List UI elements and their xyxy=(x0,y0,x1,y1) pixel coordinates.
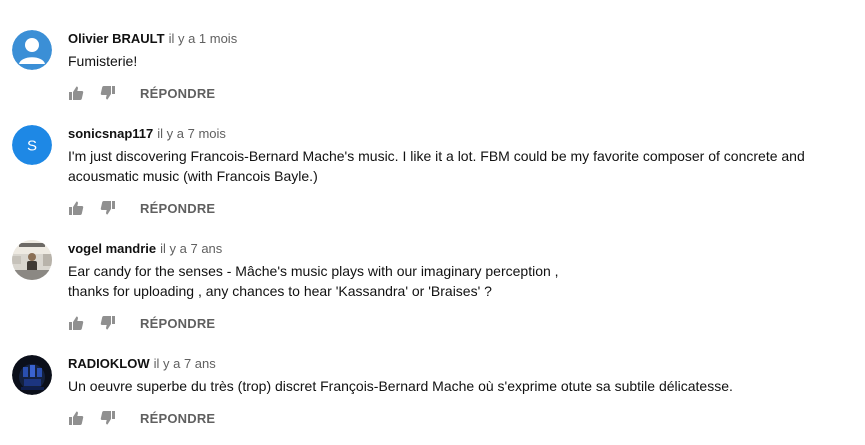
thumbs-up-icon[interactable] xyxy=(68,85,84,101)
avatar[interactable]: S xyxy=(12,125,52,165)
reply-button[interactable]: RÉPONDRE xyxy=(140,86,215,101)
comment-text: Fumisterie! xyxy=(68,53,138,69)
avatar[interactable] xyxy=(12,30,52,70)
comment-author[interactable]: Olivier BRAULT xyxy=(68,31,165,46)
comment-actions: RÉPONDRE xyxy=(68,83,215,103)
user-photo-icon xyxy=(12,240,52,280)
svg-text:S: S xyxy=(27,138,37,155)
letter-avatar-icon: S xyxy=(12,125,52,165)
thumbs-down-icon[interactable] xyxy=(100,85,116,101)
comment-body: vogel mandrie il y a 7 ans Ear candy for … xyxy=(68,240,845,301)
comment-time[interactable]: il y a 1 mois xyxy=(169,31,238,46)
thumbs-down-icon[interactable] xyxy=(100,200,116,216)
comment-time[interactable]: il y a 7 ans xyxy=(154,356,216,371)
comment-actions: RÉPONDRE xyxy=(68,408,215,428)
comment-text: I'm just discovering Francois-Bernard Ma… xyxy=(68,148,805,184)
comment-body: Olivier BRAULT il y a 1 mois Fumisterie! xyxy=(68,30,845,71)
thumbs-up-icon[interactable] xyxy=(68,315,84,331)
comment-author[interactable]: vogel mandrie xyxy=(68,241,156,256)
comment-time[interactable]: il y a 7 ans xyxy=(160,241,222,256)
comment-author[interactable]: RADIOKLOW xyxy=(68,356,150,371)
reply-button[interactable]: RÉPONDRE xyxy=(140,201,215,216)
avatar[interactable] xyxy=(12,355,52,395)
default-user-icon xyxy=(12,30,52,70)
thumbs-up-icon[interactable] xyxy=(68,200,84,216)
comment-actions: RÉPONDRE xyxy=(68,313,215,333)
thumbs-down-icon[interactable] xyxy=(100,410,116,426)
comment-header: RADIOKLOW il y a 7 ans xyxy=(68,355,845,373)
user-photo-icon xyxy=(12,355,52,395)
comment-author[interactable]: sonicsnap117 xyxy=(68,126,153,141)
comment-header: sonicsnap117 il y a 7 mois xyxy=(68,125,845,143)
reply-button[interactable]: RÉPONDRE xyxy=(140,411,215,426)
comment-actions: RÉPONDRE xyxy=(68,198,215,218)
comment-body: RADIOKLOW il y a 7 ans Un oeuvre superbe … xyxy=(68,355,845,396)
reply-button[interactable]: RÉPONDRE xyxy=(140,316,215,331)
comment-text: Un oeuvre superbe du très (trop) discret… xyxy=(68,378,733,394)
avatar[interactable] xyxy=(12,240,52,280)
thumbs-down-icon[interactable] xyxy=(100,315,116,331)
comment-time[interactable]: il y a 7 mois xyxy=(157,126,226,141)
thumbs-up-icon[interactable] xyxy=(68,410,84,426)
comment-header: vogel mandrie il y a 7 ans xyxy=(68,240,845,258)
comment-body: sonicsnap117 il y a 7 mois I'm just disco… xyxy=(68,125,845,186)
comment-text: Ear candy for the senses - Mâche's music… xyxy=(68,263,559,299)
comment-header: Olivier BRAULT il y a 1 mois xyxy=(68,30,845,48)
